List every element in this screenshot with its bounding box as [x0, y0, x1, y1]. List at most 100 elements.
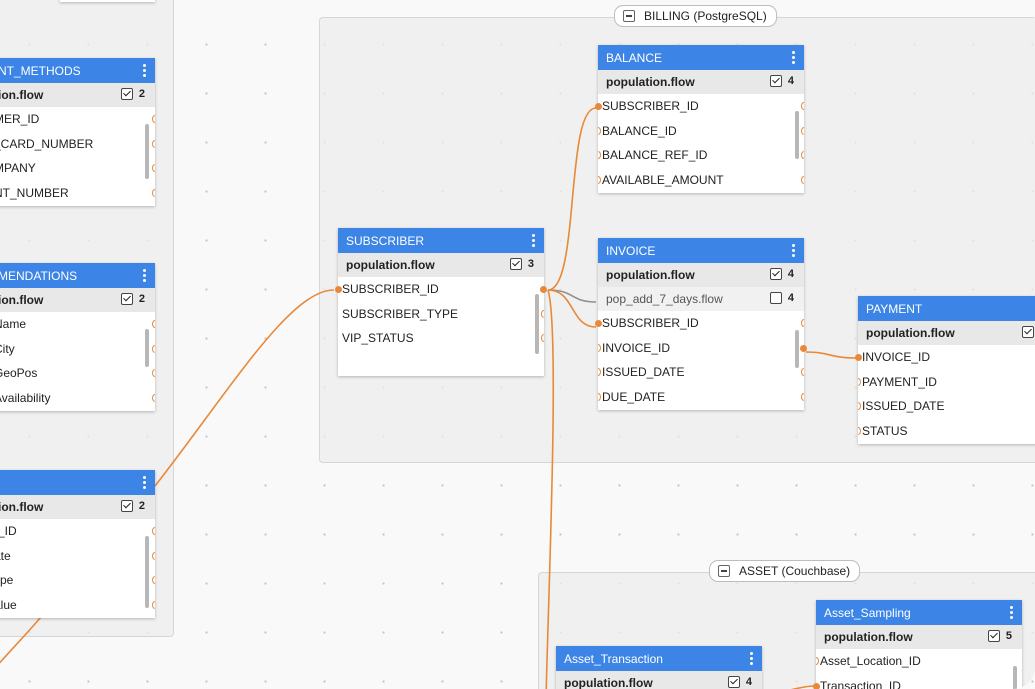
- table-left-third[interactable]: ion.flow 2 r_ID ate ype alue: [0, 470, 155, 618]
- table-payment[interactable]: PAYMENT population.flow INVOICE_ID PAYME…: [858, 296, 1035, 444]
- more-options-icon[interactable]: [532, 234, 535, 249]
- column-name: SUBSCRIBER_ID: [602, 99, 699, 113]
- column-row[interactable]: PAYMENT_ID: [858, 370, 1035, 395]
- column-name: PAYMENT_ID: [862, 375, 937, 389]
- column-name: MPANY: [0, 161, 36, 175]
- column-row[interactable]: Availability: [0, 386, 155, 411]
- flow-count: 5: [1006, 630, 1012, 642]
- more-options-icon[interactable]: [750, 652, 753, 667]
- scrollbar[interactable]: [145, 329, 149, 367]
- table-header[interactable]: SUBSCRIBER: [338, 228, 544, 253]
- more-options-icon[interactable]: [1010, 606, 1013, 621]
- column-row[interactable]: alue: [0, 593, 155, 618]
- table-header[interactable]: Asset_Transaction: [556, 646, 762, 671]
- flow-row[interactable]: ion.flow 2: [0, 83, 155, 107]
- table-asset-sampling[interactable]: Asset_Sampling population.flow 5 Asset_L…: [816, 600, 1022, 689]
- more-options-icon[interactable]: [143, 476, 146, 491]
- column-row[interactable]: ISSUED_DATE: [598, 360, 804, 385]
- more-options-icon[interactable]: [792, 51, 795, 66]
- column-row[interactable]: MPANY: [0, 156, 155, 181]
- table-title: MENDATIONS: [0, 269, 77, 283]
- column-name: ype: [0, 573, 13, 587]
- scrollbar[interactable]: [145, 536, 149, 608]
- checkbox-icon[interactable]: [1022, 326, 1034, 338]
- column-row[interactable]: MER_ID: [0, 107, 155, 132]
- table-balance[interactable]: BALANCE population.flow 4 SUBSCRIBER_ID …: [598, 45, 804, 193]
- port-icon[interactable]: [540, 286, 547, 293]
- checkbox-icon[interactable]: [728, 676, 740, 688]
- table-invoice[interactable]: INVOICE population.flow 4 pop_add_7_days…: [598, 238, 804, 410]
- column-row[interactable]: Transaction_ID: [816, 674, 1022, 689]
- table-asset-transaction[interactable]: Asset_Transaction population.flow 4: [556, 646, 762, 689]
- table-subscriber[interactable]: SUBSCRIBER population.flow 3 SUBSCRIBER_…: [338, 228, 544, 376]
- more-options-icon[interactable]: [792, 244, 795, 259]
- scrollbar[interactable]: [145, 124, 149, 179]
- table-header[interactable]: MENDATIONS: [0, 263, 155, 288]
- flow-row[interactable]: population.flow 3: [338, 253, 544, 277]
- column-name: alue: [0, 598, 17, 612]
- column-row[interactable]: Name: [0, 312, 155, 337]
- checkbox-icon[interactable]: [510, 258, 522, 270]
- flow-row-secondary[interactable]: pop_add_7_days.flow 4: [598, 287, 804, 311]
- column-row[interactable]: _CARD_NUMBER: [0, 132, 155, 157]
- scrollbar[interactable]: [1013, 666, 1017, 689]
- table-header[interactable]: [0, 470, 155, 495]
- table-title: BALANCE: [606, 51, 662, 65]
- checkbox-icon[interactable]: [770, 292, 782, 304]
- port-icon[interactable]: [800, 345, 807, 352]
- column-row[interactable]: BALANCE_REF_ID: [598, 143, 804, 168]
- port-icon[interactable]: [813, 683, 820, 689]
- table-title: Asset_Transaction: [564, 652, 663, 666]
- column-row[interactable]: INVOICE_ID: [858, 345, 1035, 370]
- column-row[interactable]: ISSUED_DATE: [858, 394, 1035, 419]
- more-options-icon[interactable]: [143, 64, 146, 79]
- checkbox-icon[interactable]: [121, 293, 133, 305]
- checkbox-icon[interactable]: [770, 268, 782, 280]
- column-row[interactable]: SUBSCRIBER_ID: [338, 277, 544, 302]
- flow-row[interactable]: ion.flow 2: [0, 495, 155, 519]
- column-row[interactable]: SUBSCRIBER_ID: [598, 311, 804, 336]
- checkbox-icon[interactable]: [121, 88, 133, 100]
- port-icon[interactable]: [595, 320, 602, 327]
- diagram-canvas[interactable]: BILLING (PostgreSQL) ASSET (Couchbase) N…: [0, 0, 1035, 689]
- column-row[interactable]: ype: [0, 568, 155, 593]
- column-row[interactable]: SUBSCRIBER_TYPE: [338, 302, 544, 327]
- flow-row[interactable]: ion.flow 2: [0, 288, 155, 312]
- column-row[interactable]: AVAILABLE_AMOUNT: [598, 168, 804, 193]
- more-options-icon[interactable]: [143, 269, 146, 284]
- port-icon[interactable]: [855, 354, 862, 361]
- scrollbar[interactable]: [795, 330, 799, 368]
- table-header[interactable]: INVOICE: [598, 238, 804, 263]
- table-header[interactable]: BALANCE: [598, 45, 804, 70]
- scrollbar[interactable]: [535, 294, 539, 354]
- column-row[interactable]: SUBSCRIBER_ID: [598, 94, 804, 119]
- column-row[interactable]: INVOICE_ID: [598, 336, 804, 361]
- column-name: ISSUED_DATE: [862, 399, 944, 413]
- column-row[interactable]: GeoPos: [0, 361, 155, 386]
- table-header[interactable]: NT_METHODS: [0, 58, 155, 83]
- column-row[interactable]: ate: [0, 544, 155, 569]
- port-icon[interactable]: [595, 103, 602, 110]
- scrollbar[interactable]: [795, 111, 799, 159]
- flow-row[interactable]: population.flow 4: [598, 70, 804, 94]
- column-row[interactable]: STATUS: [858, 419, 1035, 444]
- column-row[interactable]: City: [0, 337, 155, 362]
- table-recommendations[interactable]: MENDATIONS ion.flow 2 Name City GeoPos A…: [0, 263, 155, 411]
- checkbox-icon[interactable]: [770, 75, 782, 87]
- table-header[interactable]: PAYMENT: [858, 296, 1035, 321]
- flow-row[interactable]: population.flow 4: [556, 671, 762, 689]
- table-payment-methods[interactable]: NT_METHODS ion.flow 2 MER_ID _CARD_NUMBE…: [0, 58, 155, 206]
- flow-row[interactable]: population.flow: [858, 321, 1035, 345]
- flow-row[interactable]: population.flow 4: [598, 263, 804, 287]
- column-row[interactable]: BALANCE_ID: [598, 119, 804, 144]
- column-row[interactable]: DUE_DATE: [598, 385, 804, 410]
- checkbox-icon[interactable]: [121, 500, 133, 512]
- column-row[interactable]: VIP_STATUS: [338, 326, 544, 351]
- checkbox-icon[interactable]: [988, 630, 1000, 642]
- column-row[interactable]: Asset_Location_ID: [816, 649, 1022, 674]
- port-icon[interactable]: [335, 286, 342, 293]
- column-row[interactable]: r_ID: [0, 519, 155, 544]
- table-header[interactable]: Asset_Sampling: [816, 600, 1022, 625]
- column-row[interactable]: NT_NUMBER: [0, 181, 155, 206]
- flow-row[interactable]: population.flow 5: [816, 625, 1022, 649]
